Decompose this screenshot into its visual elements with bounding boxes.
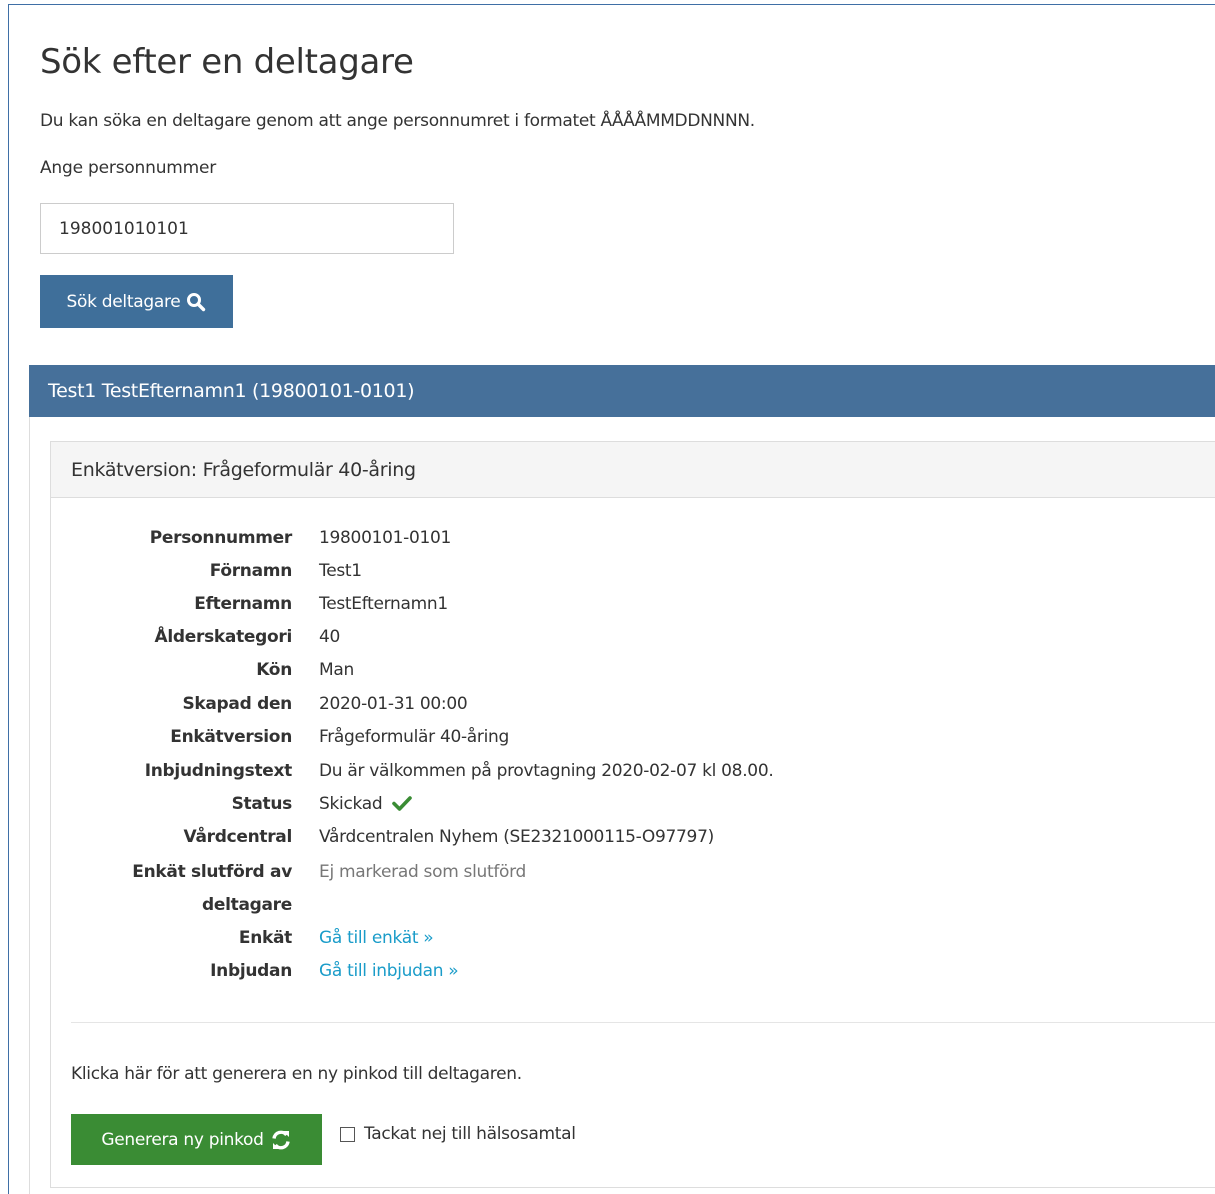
divider [71, 1022, 1215, 1023]
detail-row-inbjudan: Inbjudan Gå till inbjudan » [80, 955, 980, 988]
generate-pin-label: Generera ny pinkod [101, 1129, 264, 1150]
detail-term: Inbjudan [210, 961, 292, 981]
generate-pin-button[interactable]: Generera ny pinkod [71, 1114, 322, 1165]
detail-row-status: Status Skickad [80, 788, 980, 821]
detail-row-enkatversion: Enkätversion Frågeformulär 40-åring [80, 721, 980, 754]
check-icon [392, 795, 413, 811]
detail-term: Personnummer [149, 528, 293, 548]
detail-term: Kön [256, 660, 292, 680]
detail-term: Förnamn [209, 561, 293, 581]
page-title: Sök efter en deltagare [40, 42, 414, 82]
declined-checkbox[interactable] [340, 1126, 355, 1142]
detail-value: TestEfternamn1 [319, 594, 448, 614]
detail-term: Efternamn [194, 594, 292, 614]
detail-value: Gå till inbjudan » [319, 955, 459, 988]
declined-health-talk[interactable]: Tackat nej till hälsosamtal [340, 1124, 576, 1144]
detail-row-fornamn: Förnamn Test1 [80, 555, 980, 588]
detail-term: Status [231, 794, 293, 814]
detail-value: Ej markerad som slutförd [319, 862, 527, 882]
detail-value: 40 [319, 627, 341, 647]
search-button-label: Sök deltagare [66, 291, 181, 312]
go-to-survey-link[interactable]: Gå till enkät » [319, 928, 434, 948]
detail-value: Gå till enkät » [319, 922, 434, 955]
status-text: Skickad [319, 794, 383, 814]
intro-text: Du kan söka en deltagare genom att ange … [40, 111, 755, 131]
detail-value: 2020-01-31 00:00 [319, 694, 468, 714]
detail-value: Test1 [319, 561, 362, 581]
survey-panel-header: Enkätversion: Frågeformulär 40-åring [51, 442, 1215, 498]
detail-term-line1: Enkät slutförd av [132, 862, 292, 882]
search-icon [187, 292, 206, 311]
go-to-invitation-link[interactable]: Gå till inbjudan » [319, 961, 459, 981]
detail-term: Enkätversion [170, 727, 292, 747]
detail-row-efternamn: Efternamn TestEfternamn1 [80, 588, 980, 621]
detail-term: Inbjudningstext [144, 761, 293, 781]
detail-value: Vårdcentralen Nyhem (SE2321000115-O97797… [319, 827, 714, 847]
participant-panel-header: Test1 TestEfternamn1 (19800101-0101) [29, 365, 1215, 417]
personnummer-input[interactable] [40, 203, 454, 254]
detail-value: Frågeformulär 40-åring [319, 727, 510, 747]
detail-row-vardcentral: Vårdcentral Vårdcentralen Nyhem (SE23210… [80, 821, 980, 854]
detail-value: Du är välkommen på provtagning 2020-02-0… [319, 761, 774, 781]
detail-row-alderskategori: Ålderskategori 40 [80, 621, 980, 654]
detail-term: Ålderskategori [154, 627, 293, 647]
detail-row-enkat: Enkät Gå till enkät » [80, 922, 980, 955]
detail-value: Man [319, 660, 354, 680]
detail-term: Enkät [238, 928, 292, 948]
personnummer-label: Ange personnummer [40, 158, 217, 178]
detail-row-skapad: Skapad den 2020-01-31 00:00 [80, 688, 980, 721]
detail-term: Skapad den [182, 694, 292, 714]
detail-term-line2: deltagare [202, 895, 292, 915]
declined-label: Tackat nej till hälsosamtal [364, 1124, 576, 1144]
detail-row-kon: Kön Man [80, 654, 980, 687]
detail-row-personnummer: Personnummer 19800101-0101 [80, 522, 980, 555]
detail-term: Enkät slutförd av deltagare [72, 856, 292, 922]
detail-row-enkat-slutford: Enkät slutförd av deltagare Ej markerad … [80, 856, 980, 922]
detail-value: 19800101-0101 [319, 528, 452, 548]
status-value: Skickad [319, 788, 413, 821]
refresh-icon [271, 1130, 290, 1149]
search-participant-button[interactable]: Sök deltagare [40, 275, 233, 328]
pin-instruction-text: Klicka här för att generera en ny pinkod… [71, 1064, 522, 1084]
detail-term: Vårdcentral [183, 827, 293, 847]
detail-row-inbjudningstext: Inbjudningstext Du är välkommen på provt… [80, 755, 980, 788]
